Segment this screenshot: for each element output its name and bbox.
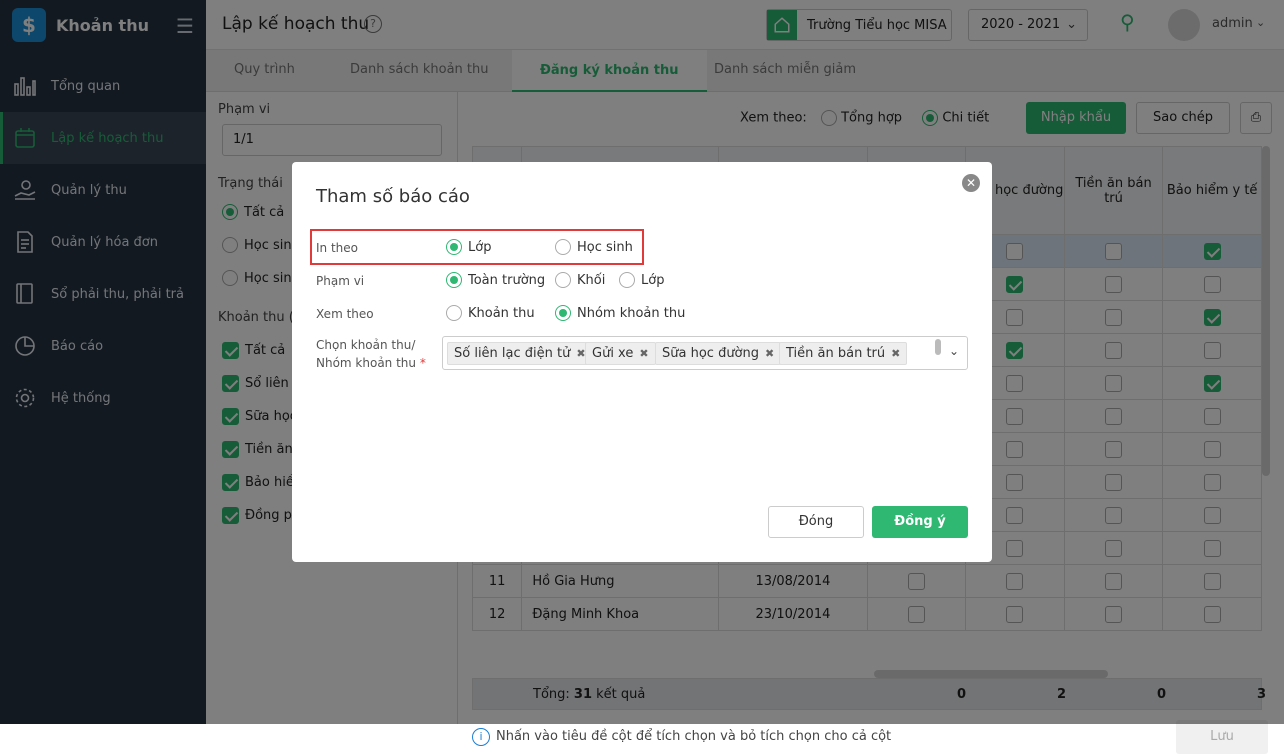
- tag: Tiền ăn bán trú ✖: [779, 342, 908, 365]
- remove-tag-icon[interactable]: ✖: [891, 347, 900, 360]
- tag: Sữa học đường ✖: [655, 342, 782, 365]
- remove-tag-icon[interactable]: ✖: [765, 347, 774, 360]
- chevron-down-icon[interactable]: ⌄: [949, 344, 959, 358]
- fee-multiselect[interactable]: Số liên lạc điện tử ✖ Gửi xe ✖ Sữa học đườ…: [442, 336, 968, 370]
- print-by-student-option[interactable]: Học sinh: [555, 239, 633, 255]
- select-fee-label: Chọn khoản thu/Nhóm khoản thu *: [316, 338, 426, 370]
- print-by-class-option[interactable]: Lớp: [446, 239, 491, 255]
- view-fee-group-option[interactable]: Nhóm khoản thu: [555, 305, 685, 321]
- tag: Gửi xe ✖: [585, 342, 656, 365]
- report-params-dialog: Tham số báo cáo ✕ In theo Lớp Học sinh P…: [292, 162, 992, 562]
- radio-icon[interactable]: [555, 272, 571, 288]
- hint-text: i Nhấn vào tiêu đề cột để tích chọn và bỏ…: [472, 728, 891, 746]
- view-by-label: Xem theo: [316, 307, 374, 321]
- dialog-title: Tham số báo cáo: [316, 186, 470, 207]
- radio-icon[interactable]: [446, 305, 462, 321]
- radio-icon[interactable]: [555, 239, 571, 255]
- scope-school-option[interactable]: Toàn trường: [446, 272, 545, 288]
- close-button[interactable]: Đóng: [768, 506, 864, 538]
- print-by-label: In theo: [316, 241, 358, 255]
- radio-icon[interactable]: [555, 305, 571, 321]
- view-fee-option[interactable]: Khoản thu: [446, 305, 535, 321]
- save-button[interactable]: Lưu: [1176, 720, 1268, 754]
- scope-label: Phạm vi: [316, 274, 365, 288]
- radio-icon[interactable]: [446, 239, 462, 255]
- close-icon[interactable]: ✕: [962, 174, 980, 192]
- radio-icon[interactable]: [446, 272, 462, 288]
- remove-tag-icon[interactable]: ✖: [639, 347, 648, 360]
- scope-grade-option[interactable]: Khối: [555, 272, 605, 288]
- info-icon: i: [472, 728, 490, 746]
- ok-button[interactable]: Đồng ý: [872, 506, 968, 538]
- scope-class-option[interactable]: Lớp: [619, 272, 664, 288]
- tagbox-scrollbar[interactable]: [935, 339, 941, 355]
- radio-icon[interactable]: [619, 272, 635, 288]
- tag: Số liên lạc điện tử ✖: [447, 342, 593, 365]
